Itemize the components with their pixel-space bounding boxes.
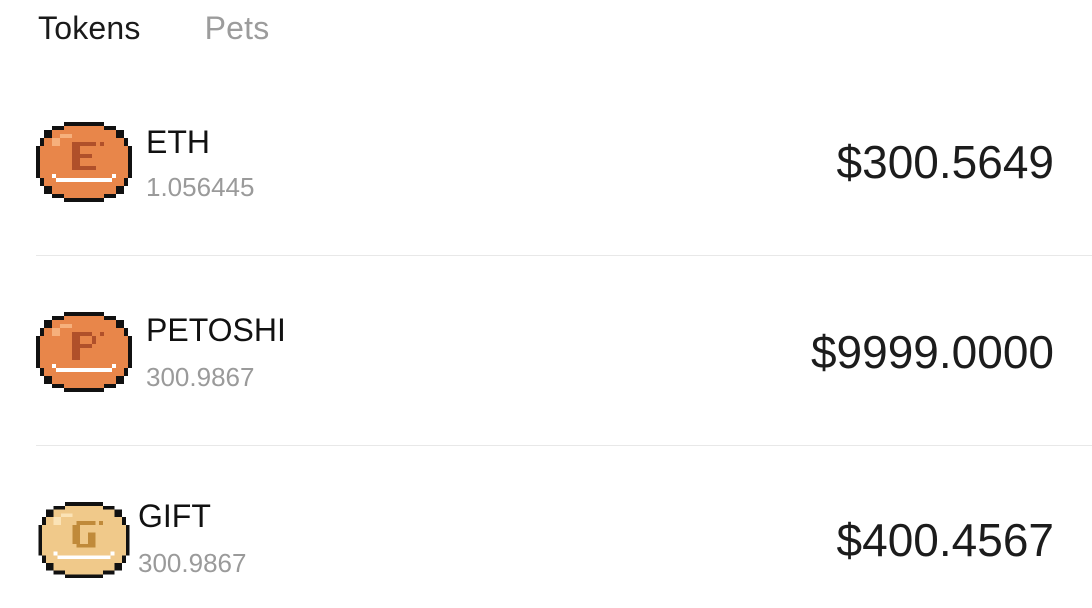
- tab-tokens[interactable]: Tokens: [38, 0, 141, 56]
- token-value: $300.5649: [836, 136, 1054, 188]
- token-symbol: GIFT: [138, 498, 211, 534]
- wallet-page: Tokens Pets ETH 1.056445 $300.5649 PETOS…: [0, 0, 1092, 608]
- token-amount: 300.9867: [146, 362, 255, 392]
- token-amount: 1.056445: [146, 172, 255, 202]
- token-symbol: ETH: [146, 124, 210, 160]
- gift-coin-icon: [38, 502, 134, 586]
- tab-pets[interactable]: Pets: [205, 0, 270, 56]
- token-list: ETH 1.056445 $300.5649 PETOSHI 300.9867 …: [0, 66, 1092, 608]
- eth-coin-icon: [36, 122, 132, 206]
- token-row-gift[interactable]: GIFT 300.9867 $400.4567: [0, 446, 1092, 608]
- token-value: $400.4567: [836, 514, 1054, 566]
- token-symbol: PETOSHI: [146, 312, 286, 348]
- token-amount: 300.9867: [138, 548, 247, 578]
- petoshi-coin-icon: [36, 312, 132, 396]
- token-value: $9999.0000: [810, 326, 1054, 378]
- token-row-eth[interactable]: ETH 1.056445 $300.5649: [0, 66, 1092, 256]
- token-row-petoshi[interactable]: PETOSHI 300.9867 $9999.0000: [0, 256, 1092, 446]
- tab-bar: Tokens Pets: [38, 0, 269, 60]
